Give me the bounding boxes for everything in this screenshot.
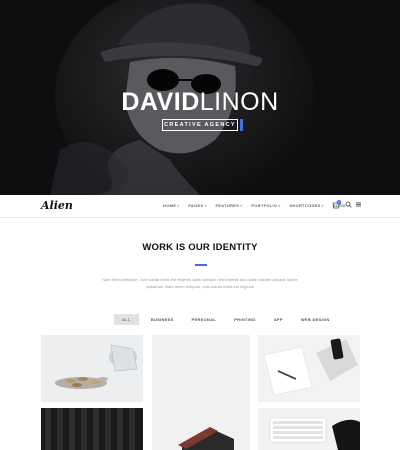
nav-item-label: PORTFOLIO: [251, 203, 278, 208]
portfolio-item-coins[interactable]: [41, 335, 143, 402]
hero-subtitle-accent: [240, 119, 243, 131]
filter-personal[interactable]: PERSONAL: [186, 314, 223, 325]
portfolio-item-dark[interactable]: [41, 408, 143, 450]
chevron-down-icon: ▾: [321, 204, 324, 208]
cart-icon[interactable]: 0: [332, 200, 341, 210]
coins-jar-image: [41, 335, 143, 402]
nav-item-label: PAGES: [188, 203, 204, 208]
keyboard-desk-image: [258, 408, 360, 450]
nav-item-label: FEATURES: [215, 203, 240, 208]
chevron-down-icon: ▾: [177, 204, 180, 208]
filter-app[interactable]: APP: [268, 314, 289, 325]
main-navbar: Alien HOME▾ PAGES▾ FEATURES▾ PORTFOLIO▾ …: [0, 195, 400, 218]
portfolio-filters: ALL BUSINESS PERSONAL PRINTING APP WEB D…: [114, 314, 342, 325]
chevron-down-icon: ▾: [204, 204, 207, 208]
phone-desk-image: [258, 335, 360, 402]
nav-item-home[interactable]: HOME▾: [163, 203, 179, 208]
site-logo[interactable]: Alien: [41, 199, 73, 212]
nav-item-pages[interactable]: PAGES▾: [188, 203, 206, 208]
hero-subtitle: CREATIVE AGENCY: [162, 119, 238, 131]
dark-slats-image: [41, 408, 143, 450]
portfolio-item-phone[interactable]: [258, 335, 360, 402]
filter-all[interactable]: ALL: [114, 314, 139, 325]
hero-title-bold: DAVID: [121, 88, 200, 116]
nav-item-label: HOME: [163, 203, 177, 208]
hero-title-light: LINON: [199, 88, 279, 116]
chevron-down-icon: ▾: [278, 204, 281, 208]
nav-item-portfolio[interactable]: PORTFOLIO▾: [251, 203, 280, 208]
hero-title: DAVIDLINON: [0, 88, 400, 117]
search-icon[interactable]: [345, 201, 352, 208]
main-menu: HOME▾ PAGES▾ FEATURES▾ PORTFOLIO▾ SHORTC…: [163, 203, 358, 208]
hero-banner: DAVIDLINON CREATIVE AGENCY: [0, 0, 400, 195]
portfolio-item-house[interactable]: [152, 335, 250, 450]
nav-item-label: SHORTCODES: [289, 203, 321, 208]
section-description: Nam libero tempore, cum soluta nobis est…: [102, 277, 298, 289]
filter-business[interactable]: BUSINESS: [145, 314, 180, 325]
section-title-underline: [195, 264, 207, 266]
filter-web-design[interactable]: WEB DESIGN: [295, 314, 336, 325]
nav-item-shortcodes[interactable]: SHORTCODES▾: [289, 203, 323, 208]
menu-icon[interactable]: [356, 202, 361, 207]
house-image: [152, 335, 250, 450]
filter-printing[interactable]: PRINTING: [228, 314, 262, 325]
chevron-down-icon: ▾: [240, 204, 243, 208]
nav-item-features[interactable]: FEATURES▾: [216, 203, 243, 208]
section-title: WORK IS OUR IDENTITY: [142, 242, 258, 253]
portfolio-item-keyboard[interactable]: [258, 408, 360, 450]
